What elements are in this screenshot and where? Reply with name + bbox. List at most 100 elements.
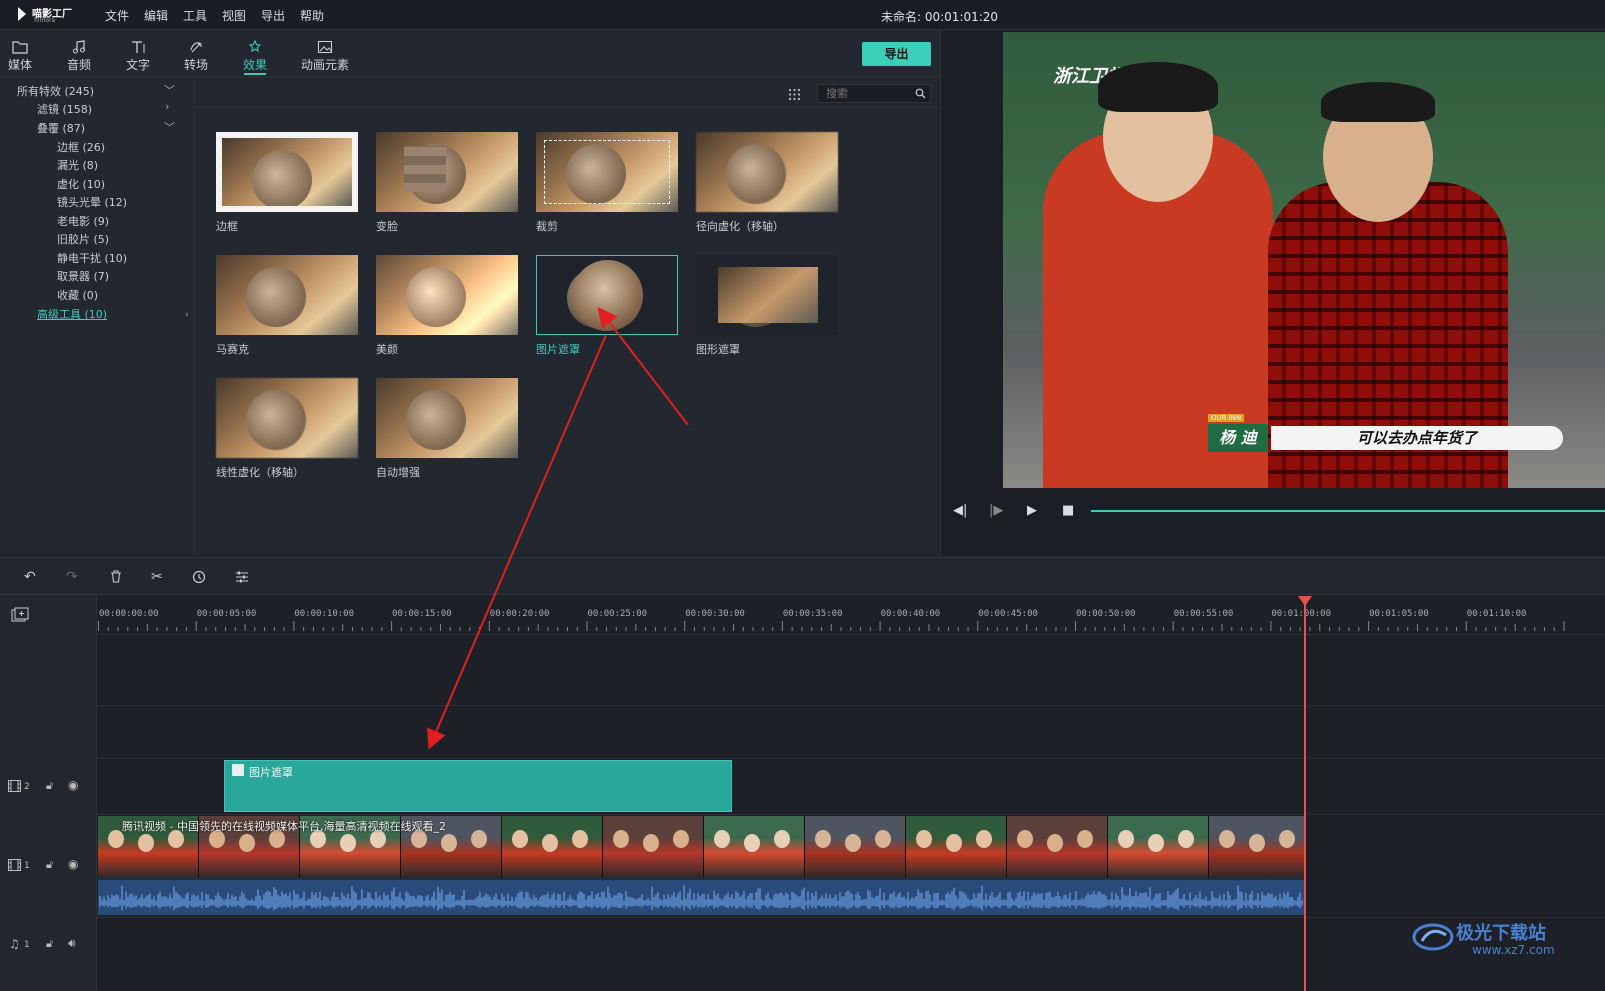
video-clip-label: 腾讯视频 - 中国领先的在线视频媒体平台,海量高清视频在线观看_2 (122, 820, 446, 833)
export-button[interactable]: 导出 (862, 42, 931, 66)
filmstrip-face (1017, 830, 1033, 848)
tab-elements[interactable]: 动画元素 (298, 30, 352, 78)
preview-video-frame: 浙江卫视 杨 迪 OUR INN 可以去办点年货了 (1003, 32, 1605, 488)
image-icon (318, 41, 332, 53)
timeline-ruler[interactable]: 00:00:00:00 00:00:05:00 00:00:10:00 00:00:1… (97, 595, 1605, 635)
play-icon[interactable]: ▶ (1027, 503, 1037, 518)
effect-thumbnail (216, 255, 358, 335)
tab-audio[interactable]: 音频 (61, 30, 97, 78)
speaker-icon[interactable]: 🔊︎ (68, 936, 76, 951)
ruler-tick-label: 00:00:55:00 (1173, 609, 1234, 619)
audio-track-1-label: 1 (24, 940, 30, 950)
effect-card[interactable]: 裁剪 (536, 132, 678, 233)
text-icon (132, 41, 145, 53)
effect-card[interactable]: 图形遮罩 (696, 255, 838, 356)
search-input[interactable] (817, 84, 931, 103)
step-back-icon[interactable]: ◀| (953, 503, 967, 518)
menu-edit[interactable]: 编辑 (144, 7, 168, 24)
filmstrip-face (1118, 830, 1134, 848)
video-clip[interactable]: 腾讯视频 - 中国领先的在线视频媒体平台,海量高清视频在线观看_2 (98, 816, 1305, 878)
tab-effects[interactable]: 效果 (237, 30, 273, 78)
video-track-icon (8, 859, 21, 871)
effect-card[interactable]: 线性虚化（移轴） (216, 378, 358, 479)
menu-tools[interactable]: 工具 (183, 7, 207, 24)
tab-media[interactable]: 媒体 (2, 30, 38, 78)
effect-card[interactable]: 边框 (216, 132, 358, 233)
lock-icon[interactable]: 🔓︎ (46, 937, 53, 951)
effect-clip[interactable]: 图片遮罩 (224, 760, 732, 812)
tree-item-viewfinder[interactable]: 取景器 (7) (57, 268, 109, 284)
tab-text[interactable]: 文字 (120, 30, 156, 78)
undo-icon[interactable]: ↶ (24, 569, 36, 585)
app-logo: 喵影工厂 filmora (14, 5, 84, 25)
filmstrip-face (1219, 830, 1235, 848)
effect-card-selected[interactable]: 图片遮罩 (536, 255, 678, 356)
tree-item-blur[interactable]: 虚化 (10) (57, 176, 105, 192)
playhead[interactable] (1298, 596, 1312, 991)
effect-card[interactable]: 自动增强 (376, 378, 518, 479)
chevron-down-icon[interactable]: ﹀ (164, 82, 175, 98)
eye-icon[interactable]: ◉ (68, 778, 78, 792)
transition-icon (190, 42, 202, 53)
caption-name: 杨 迪 (1208, 424, 1268, 452)
timeline-tracks: 图片遮罩 腾讯视频 - 中国领先的在线视频媒体平台,海量高清视频在线观看_2 (97, 635, 1605, 991)
step-forward-icon[interactable]: |▶ (989, 503, 1003, 518)
ruler-tick-marks (98, 621, 1565, 631)
tree-item-lens-flares[interactable]: 镜头光晕 (12) (57, 194, 127, 210)
delete-icon[interactable] (110, 570, 122, 583)
filmstrip-face (340, 834, 356, 852)
chevron-right-icon[interactable]: › (165, 100, 169, 113)
tab-transition[interactable]: 转场 (178, 30, 214, 78)
audio-track-icon: ♫ (9, 937, 20, 951)
timeline-toolbar: ↶ ↷ ✂ (0, 557, 1605, 595)
search-icon[interactable] (915, 88, 926, 99)
library-tabs: 媒体 音频 文字 转场 效果 动画元素 (0, 30, 940, 78)
tree-item-favorites[interactable]: 收藏 (0) (57, 287, 98, 303)
eye-icon[interactable]: ◉ (68, 857, 78, 871)
menu-help[interactable]: 帮助 (300, 7, 324, 24)
effect-card[interactable]: 变脸 (376, 132, 518, 233)
lock-icon[interactable]: 🔓︎ (46, 779, 53, 793)
stop-icon[interactable]: ■ (1062, 503, 1074, 518)
filmstrip-frame (704, 816, 805, 878)
ruler-tick-label: 00:00:40:00 (880, 609, 941, 619)
playhead-handle[interactable] (1298, 596, 1312, 606)
tree-item-static[interactable]: 静电干扰 (10) (57, 250, 127, 266)
menu-file[interactable]: 文件 (105, 7, 129, 24)
filmstrip-face (643, 834, 659, 852)
filmstrip-face (1279, 830, 1295, 848)
tree-item-vintage-film[interactable]: 旧胶片 (5) (57, 231, 109, 247)
grid-view-icon[interactable] (788, 88, 801, 101)
effect-card[interactable]: 马赛克 (216, 255, 358, 356)
chevron-down-icon[interactable]: ﹀ (164, 119, 175, 135)
effect-thumbnail (216, 132, 358, 212)
tree-item-old-film[interactable]: 老电影 (9) (57, 213, 109, 229)
audio-waveform[interactable] (98, 878, 1305, 915)
tree-item-frames[interactable]: 边框 (26) (57, 139, 105, 155)
tree-item-light-leaks[interactable]: 漏光 (8) (57, 157, 98, 173)
speed-clock-icon[interactable] (192, 570, 206, 584)
tree-item-overlays[interactable]: 叠覆 (87) (37, 120, 85, 136)
effect-thumbnail (536, 255, 678, 335)
effect-card[interactable]: 径向虚化（移轴） (696, 132, 838, 233)
menu-export[interactable]: 导出 (261, 7, 285, 24)
ruler-tick-label: 00:00:15:00 (392, 609, 452, 619)
tree-item-all[interactable]: 所有特效 (245) (17, 83, 94, 99)
adjust-sliders-icon[interactable] (235, 570, 249, 584)
menu-view[interactable]: 视图 (222, 7, 246, 24)
effect-thumbnail (376, 132, 518, 212)
lock-icon[interactable]: 🔓︎ (46, 858, 53, 872)
filmstrip-face (441, 834, 457, 852)
logo-mark-icon (18, 7, 26, 21)
cut-icon[interactable]: ✂ (151, 569, 163, 585)
tree-item-advanced-tools[interactable]: 高级工具 (10) (37, 306, 107, 322)
redo-icon[interactable]: ↷ (66, 569, 78, 585)
effect-card[interactable]: 美颜 (376, 255, 518, 356)
filmstrip-face (815, 830, 831, 848)
tree-item-filters[interactable]: 滤镜 (158) (37, 101, 92, 117)
player-controls: ◀| |▶ ▶ ■ (941, 495, 1605, 525)
collapse-panel-icon[interactable]: ‹ (185, 310, 189, 320)
add-track-icon[interactable] (11, 607, 29, 623)
ruler-tick-label: 00:00:10:00 (294, 609, 354, 619)
playback-progress-bar[interactable] (1091, 510, 1605, 512)
